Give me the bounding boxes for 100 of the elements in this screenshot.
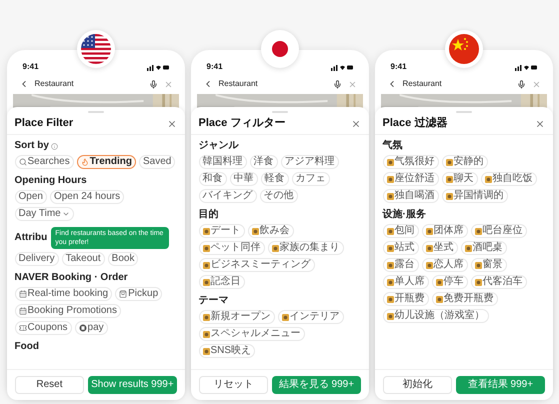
filter-chip[interactable]: 聊天 <box>442 172 478 186</box>
filter-chip[interactable]: pay <box>74 321 108 335</box>
filter-chip[interactable]: 气氛很好 <box>382 155 438 169</box>
search-field[interactable]: Restaurant <box>34 78 142 90</box>
filter-chip[interactable]: 幼儿设施（游戏室） <box>382 309 488 323</box>
emoji-icon <box>386 228 394 234</box>
sheet-title: Place Filter <box>14 116 74 132</box>
filter-chip[interactable]: ビジネスミーティング <box>198 258 314 272</box>
filter-chip[interactable]: 恋人席 <box>422 258 468 272</box>
filter-chip[interactable]: アジア料理 <box>280 155 338 169</box>
filter-chip[interactable]: Open 24 hours <box>50 190 124 204</box>
reset-button[interactable]: リセット <box>198 376 268 394</box>
filter-chip[interactable]: 新規オープン <box>198 310 274 324</box>
filter-chip[interactable]: カフェ <box>292 172 330 186</box>
close-icon[interactable] <box>350 118 360 128</box>
filter-chip[interactable]: 开瓶费 <box>382 292 428 306</box>
emoji-icon <box>202 278 210 286</box>
mic-icon[interactable] <box>516 80 526 88</box>
filter-chip[interactable]: 酒吧桌 <box>460 241 506 255</box>
filter-chip[interactable]: Coupons <box>14 321 72 335</box>
filter-chip[interactable]: 独自吃饭 <box>480 172 536 186</box>
filter-chip[interactable]: Pickup <box>115 287 162 301</box>
filter-chip[interactable]: 座位舒适 <box>382 172 438 186</box>
filter-chip[interactable]: その他 <box>260 189 298 203</box>
status-time: 9:41 <box>22 61 39 73</box>
filter-chip[interactable]: Delivery <box>14 252 59 266</box>
reset-button[interactable]: Reset <box>14 376 84 394</box>
filter-chip[interactable]: Real-time booking <box>14 287 112 301</box>
emoji-icon <box>202 330 210 338</box>
emoji-icon <box>426 228 432 234</box>
filter-chip[interactable]: Trending <box>76 155 136 169</box>
filter-chip[interactable]: 团体席 <box>422 224 468 238</box>
filter-chip[interactable]: 中華 <box>230 172 258 186</box>
filter-chip[interactable]: 記念日 <box>198 275 244 289</box>
emoji-icon <box>446 192 452 200</box>
filter-chip[interactable]: 軽食 <box>260 172 288 186</box>
calendar-icon <box>18 290 26 298</box>
sheet-handle[interactable] <box>456 111 472 113</box>
emoji-icon <box>436 296 442 302</box>
close-icon[interactable] <box>534 118 544 128</box>
emoji-icon <box>386 176 394 182</box>
search-field[interactable]: Restaurant <box>218 78 326 90</box>
emoji-icon <box>426 262 432 268</box>
filter-chip[interactable]: スペシャルメニュー <box>198 327 304 341</box>
filter-chip[interactable]: Open <box>14 190 47 204</box>
filter-chip[interactable]: バイキング <box>198 189 256 203</box>
filter-chip[interactable]: 韓国料理 <box>198 155 246 169</box>
close-icon[interactable] <box>166 118 176 128</box>
filter-chip[interactable]: ペット同伴 <box>198 241 264 255</box>
status-time: 9:41 <box>206 61 223 73</box>
filter-chip[interactable]: 家族の集まり <box>268 241 344 255</box>
filter-chip[interactable]: 包间 <box>382 224 418 238</box>
mic-icon[interactable] <box>148 80 158 88</box>
filter-chip[interactable]: 飲み会 <box>248 224 294 238</box>
emoji-icon <box>386 158 394 166</box>
filter-chip[interactable]: Saved <box>138 155 176 169</box>
sheet-title: Place 过滤器 <box>382 116 448 132</box>
emoji-icon <box>282 314 288 320</box>
section-heading: Food <box>14 341 39 353</box>
emoji-icon <box>386 278 394 286</box>
filter-chip[interactable]: 免费开瓶费 <box>432 292 498 306</box>
sheet-handle[interactable] <box>272 111 288 113</box>
filter-chip[interactable]: Book <box>108 252 138 266</box>
emoji-icon <box>436 278 442 286</box>
filter-chip[interactable]: 坐式 <box>422 241 458 255</box>
filter-chip[interactable]: インテリア <box>278 310 344 324</box>
emoji-icon <box>202 244 210 252</box>
filter-chip[interactable]: 代客泊车 <box>470 275 526 289</box>
filter-chip[interactable]: 窗景 <box>470 258 506 272</box>
filter-chip[interactable]: Booking Promotions <box>14 304 121 318</box>
filter-chip[interactable]: 洋食 <box>250 155 278 169</box>
section-heading: 设施·服务 <box>382 209 426 221</box>
mic-icon[interactable] <box>332 80 342 88</box>
info-icon[interactable] <box>50 142 58 150</box>
search-field[interactable]: Restaurant <box>402 78 510 90</box>
section-heading: Sort by <box>14 140 49 152</box>
filter-chip[interactable]: 安静的 <box>442 155 488 169</box>
filter-chip[interactable]: Searches <box>14 155 74 169</box>
filter-chip[interactable]: 露台 <box>382 258 418 272</box>
emoji-icon <box>474 228 482 234</box>
reset-button[interactable]: 初始化 <box>382 376 452 394</box>
sheet-handle[interactable] <box>88 111 104 113</box>
emoji-icon <box>202 348 210 354</box>
emoji-icon <box>386 244 394 252</box>
filter-chip[interactable]: Day Time <box>14 207 74 221</box>
section-heading: 气氛 <box>382 140 402 152</box>
filter-chip[interactable]: 停车 <box>432 275 468 289</box>
filter-chip[interactable]: 和食 <box>198 172 226 186</box>
filter-chip[interactable]: 单人席 <box>382 275 428 289</box>
section-heading: Attribu <box>14 232 48 244</box>
filter-chip[interactable]: Takeout <box>62 252 105 266</box>
filter-chip[interactable]: 吧台座位 <box>470 224 526 238</box>
filter-chip[interactable]: デート <box>198 224 244 238</box>
filter-chip[interactable]: SNS映え <box>198 344 256 358</box>
filter-chip[interactable]: 站式 <box>382 241 418 255</box>
filter-chip[interactable]: 异国情调的 <box>442 189 508 203</box>
emoji-icon <box>474 262 482 268</box>
emoji-icon <box>386 262 394 268</box>
filter-chip[interactable]: 独自喝酒 <box>382 189 438 203</box>
section-heading: ジャンル <box>198 140 238 152</box>
